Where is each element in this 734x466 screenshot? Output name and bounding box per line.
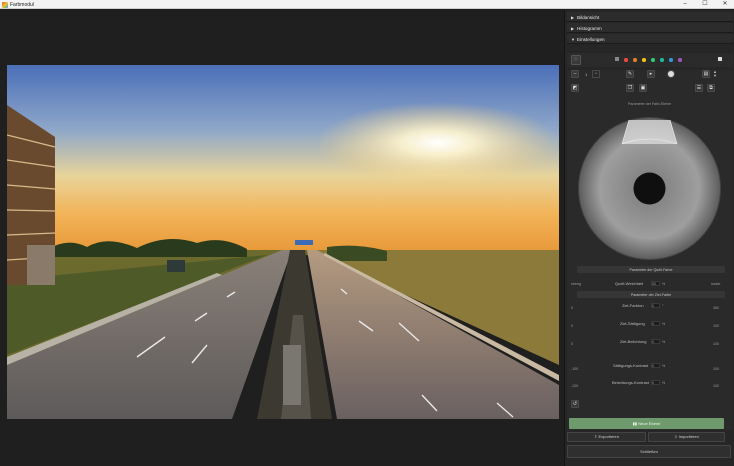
row-unit: % — [662, 380, 666, 385]
color-swatch-row: ♡ — [567, 53, 733, 67]
section-einstellungen[interactable]: ▼ Einstellungen — [567, 34, 733, 44]
window-title: Farbmodul — [10, 1, 34, 8]
row-label: Ziel-Belichtung — [620, 339, 647, 344]
reset-icon[interactable]: ↺ — [571, 400, 579, 408]
target-header-label: Parameter der Ziel-Farbe — [630, 292, 672, 297]
row-label: Sättigungs-Kontrast — [613, 363, 649, 368]
layer-count: 1 — [585, 72, 588, 77]
row-max: 100 — [713, 367, 719, 371]
color-wheel[interactable] — [577, 116, 722, 261]
row-value: 0 — [652, 363, 654, 368]
row-unit: ° — [662, 303, 664, 308]
row-unit: % — [662, 321, 666, 326]
row-value: 0 — [652, 303, 654, 308]
swatch-neutral[interactable] — [615, 57, 619, 61]
row-label: Ziel-Farbton — [622, 303, 644, 308]
swatch-orange[interactable] — [633, 58, 637, 62]
source-value: 50 — [652, 281, 656, 286]
row-min: 0 — [571, 324, 573, 328]
row-value: 0 — [652, 339, 654, 344]
maximize-button[interactable]: ☐ — [698, 0, 712, 9]
paste-layer-icon[interactable]: ▣ — [639, 84, 647, 92]
copy-layer-icon[interactable]: ❐ — [626, 84, 634, 92]
minus-icon[interactable]: – — [571, 70, 579, 78]
row-max: 100 — [713, 342, 719, 346]
row-max: 100 — [713, 324, 719, 328]
export-button[interactable]: ⇪ Exportieren — [567, 432, 646, 442]
row-min: -100 — [571, 384, 579, 388]
new-layer-label: Neue Ebene — [638, 421, 661, 426]
close-window-button[interactable]: ✕ — [718, 0, 732, 9]
swatch-yellow[interactable] — [642, 58, 646, 62]
wheel-title: Parameter der Farb-Ebene — [628, 102, 671, 106]
source-unit: % — [662, 281, 666, 286]
row-unit: % — [662, 363, 666, 368]
duplicate-icon[interactable]: ⧉ — [707, 84, 715, 92]
source-params-header[interactable]: Parameter der Quell-Farbe — [577, 266, 725, 273]
row-min: 0 — [571, 342, 573, 346]
chevron-right-icon: ▶ — [571, 14, 575, 20]
export-label: Exportieren — [598, 434, 619, 439]
source-header-label: Parameter der Quell-Farbe — [629, 267, 673, 272]
row-label: Belichtungs-Kontrast — [612, 380, 649, 385]
source-field-label: Quell-Weichheit — [615, 281, 644, 286]
close-button[interactable]: Schließen — [567, 445, 731, 458]
row-label: Ziel-Sättigung — [620, 321, 645, 326]
grid-icon[interactable]: ▫ — [592, 70, 600, 78]
contrast-icon[interactable]: ◩ — [571, 84, 579, 92]
section-label: Einstellungen — [577, 36, 605, 42]
settings-panel: ▶ Bildansicht ▶ Histogramm ▼ Einstellung… — [564, 10, 734, 466]
section-label: Histogramm — [577, 25, 602, 31]
row-max: 100 — [713, 384, 719, 388]
swatch-blue[interactable] — [669, 58, 673, 62]
target-params-header[interactable]: Parameter der Ziel-Farbe — [577, 291, 725, 298]
app-icon — [2, 1, 8, 8]
title-bar: Farbmodul – ☐ ✕ — [0, 0, 734, 9]
close-label: Schließen — [640, 449, 658, 454]
row-value: 0 — [652, 380, 654, 385]
image-canvas[interactable] — [0, 10, 564, 466]
color-layer-tools: – 1 ▫ ✎ ▸ ▤ ▲ ▼ ◩ ❐ ▣ ☰ ⧉ Parameter der … — [567, 69, 733, 430]
row-unit: % — [662, 339, 666, 344]
row-max: 360 — [713, 306, 719, 310]
new-layer-button[interactable]: ▮▮ Neue Ebene — [569, 418, 724, 429]
swatch-violet[interactable] — [678, 58, 682, 62]
swatch-green[interactable] — [651, 58, 655, 62]
document-icon[interactable]: ▤ — [702, 70, 710, 78]
heart-icon[interactable]: ♡ — [571, 55, 581, 65]
import-button[interactable]: ⇩ Importieren — [648, 432, 725, 442]
source-left-label: streng — [571, 282, 581, 286]
list-icon[interactable]: ☰ — [695, 84, 703, 92]
minimize-button[interactable]: – — [678, 0, 692, 9]
eyedropper-icon[interactable]: ✎ — [626, 70, 634, 78]
play-icon[interactable]: ▸ — [647, 70, 655, 78]
chevron-down-icon: ▼ — [571, 36, 575, 42]
source-right-label: locker — [711, 282, 721, 286]
down-arrow-icon[interactable]: ▼ — [713, 73, 717, 78]
swatch-white[interactable] — [718, 57, 722, 61]
section-label: Bildansicht — [577, 14, 600, 20]
swatch-cyan[interactable] — [660, 58, 664, 62]
circle-icon[interactable] — [667, 70, 675, 78]
import-label: Importieren — [678, 434, 699, 439]
photo-preview[interactable] — [7, 65, 559, 419]
row-min: 0 — [571, 306, 573, 310]
row-value: 0 — [652, 321, 654, 326]
section-bildansicht[interactable]: ▶ Bildansicht — [567, 12, 733, 22]
row-min: -100 — [571, 367, 579, 371]
swatch-red[interactable] — [624, 58, 628, 62]
section-histogramm[interactable]: ▶ Histogramm — [567, 23, 733, 33]
chevron-right-icon: ▶ — [571, 25, 575, 31]
